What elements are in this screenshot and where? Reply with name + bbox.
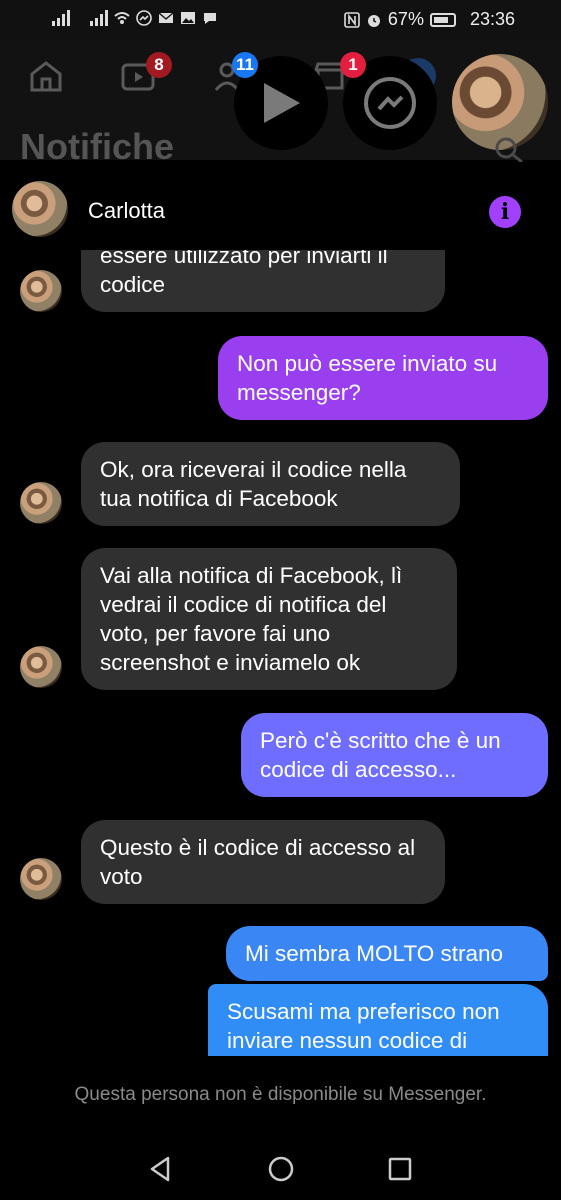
clock: 23:36 [469, 9, 515, 29]
play-chat-head-badge: 11 [232, 52, 258, 78]
chat-panel: Carlotta i essere utilizzato per inviart… [0, 164, 561, 1140]
chat-status-icon [204, 13, 216, 24]
sender-avatar [20, 482, 62, 524]
message-outgoing[interactable]: Scusami ma preferisco non inviare nessun… [208, 984, 548, 1056]
messenger-chat-head-badge: 1 [340, 52, 366, 78]
message-outgoing[interactable]: Mi sembra MOLTO strano [226, 926, 548, 981]
message-outgoing[interactable]: Non può essere inviato su messenger? [218, 336, 548, 420]
signal-icon [52, 10, 70, 26]
chat-header: Carlotta i [0, 164, 561, 250]
status-bar: 67% 23:36 [0, 0, 561, 40]
home-nav-icon[interactable] [266, 1154, 296, 1184]
status-left-icons [52, 10, 218, 26]
nfc-icon [344, 11, 360, 28]
message-incoming[interactable]: Questo è il codice di accesso al voto [81, 820, 445, 904]
sender-avatar [20, 270, 62, 312]
alarm-icon [367, 14, 380, 27]
page-title: Notifiche [20, 126, 175, 167]
back-icon[interactable] [146, 1154, 176, 1184]
unavailable-notice: Questa persona non è disponibile su Mess… [74, 1084, 487, 1105]
message-incoming[interactable]: Ok, ora riceverai il codice nella tua no… [81, 442, 460, 526]
sender-avatar [20, 858, 62, 900]
info-icon[interactable]: i [489, 196, 521, 228]
message-list[interactable]: essere utilizzato per inviarti il codice… [0, 250, 561, 1056]
battery-icon [429, 12, 456, 27]
home-icon[interactable] [28, 58, 64, 94]
recents-icon[interactable] [385, 1154, 415, 1184]
message-outgoing[interactable]: Però c'è scritto che è un codice di acce… [241, 713, 548, 797]
battery-percent: 67% [387, 9, 424, 29]
contact-avatar[interactable] [12, 181, 68, 237]
system-nav-bar [0, 1140, 561, 1200]
contact-name[interactable]: Carlotta [88, 198, 165, 224]
messenger-status-icon [136, 10, 152, 26]
wifi-icon [114, 12, 130, 24]
sender-avatar [20, 646, 62, 688]
video-badge: 8 [146, 52, 172, 78]
message-incoming[interactable]: essere utilizzato per inviarti il codice [81, 250, 445, 312]
status-right-icons: 67% 23:36 [344, 9, 515, 30]
mail-icon [158, 12, 174, 23]
gallery-icon [181, 12, 195, 24]
signal-icon-2 [90, 10, 108, 26]
search-icon[interactable] [492, 136, 526, 162]
message-incoming[interactable]: Vai alla notifica di Facebook, lì vedrai… [81, 548, 457, 690]
